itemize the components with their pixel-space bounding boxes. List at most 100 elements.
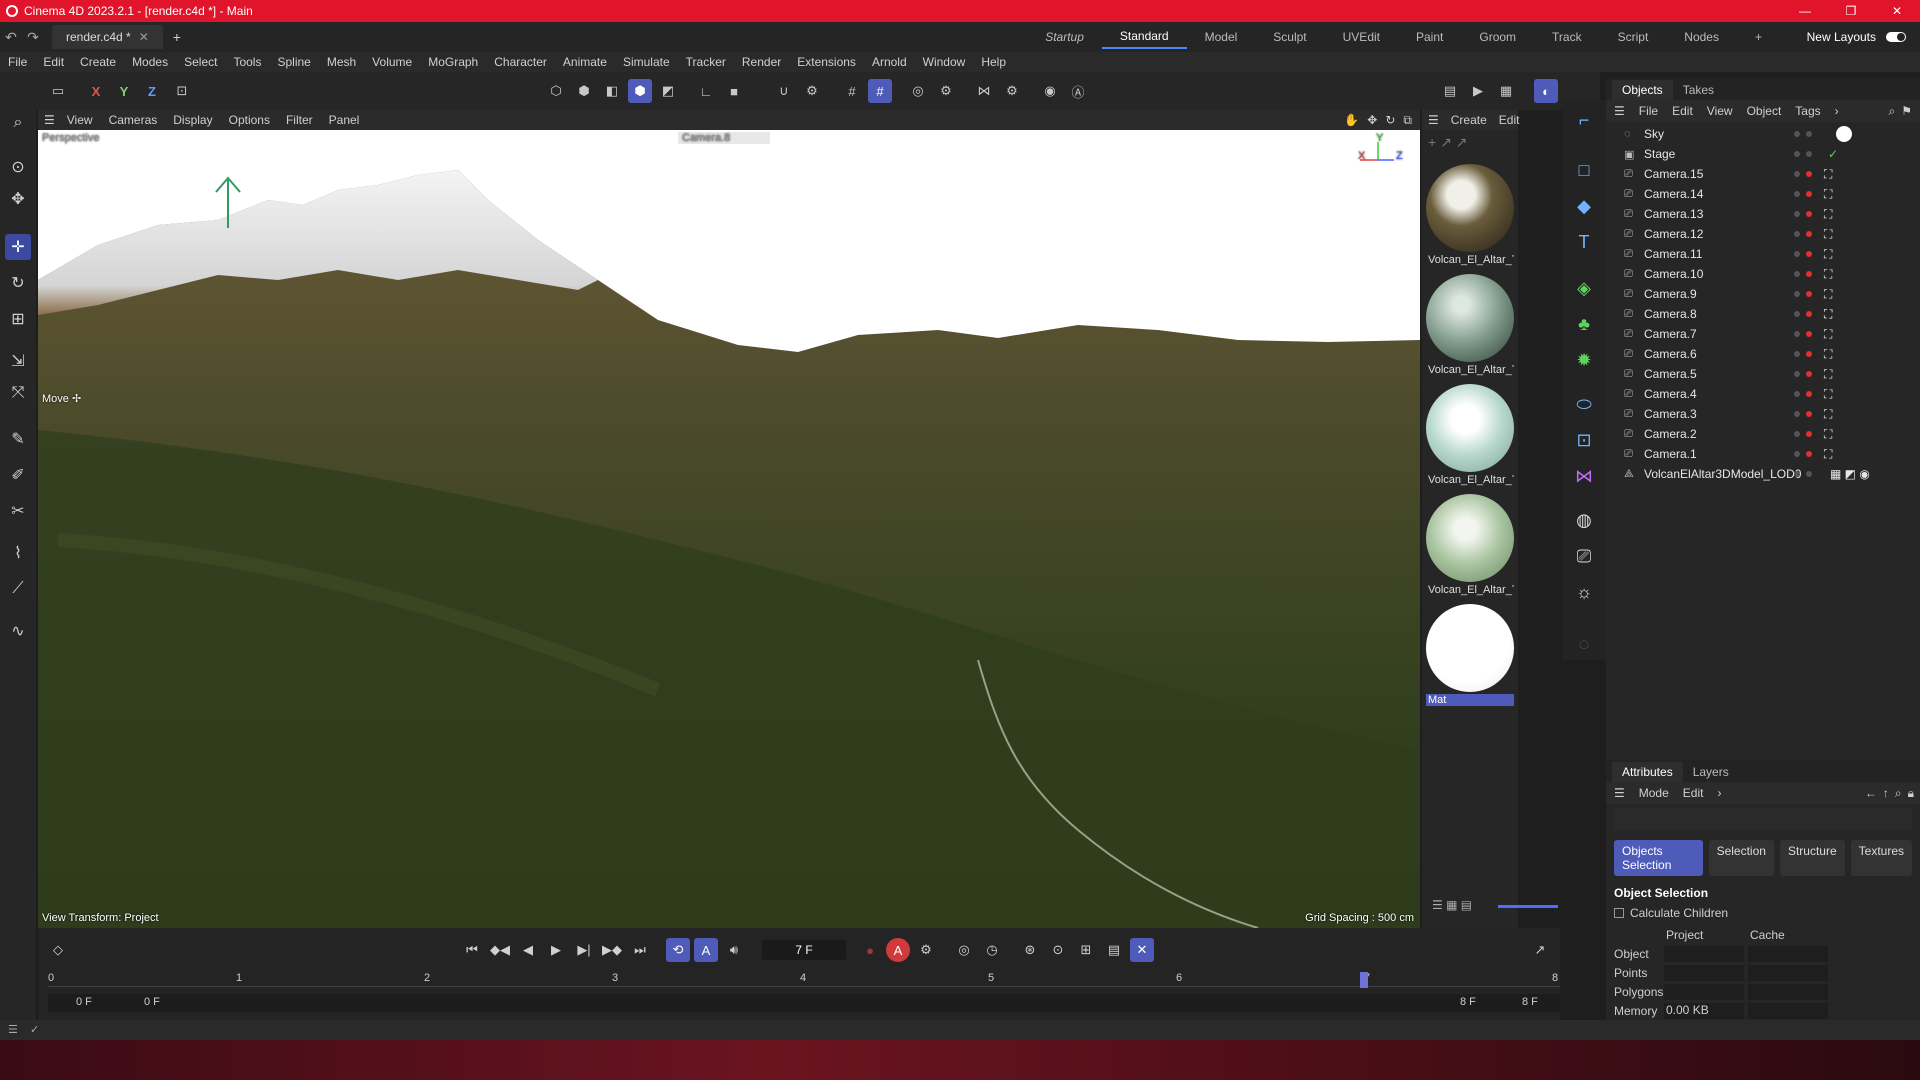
object-flags[interactable]: ⛶	[1794, 347, 1832, 362]
status-hamburger-icon[interactable]: ☰	[8, 1023, 18, 1036]
rotate-tool-icon[interactable]: ↻	[5, 270, 31, 296]
fcurve-icon[interactable]: ↗	[1528, 938, 1552, 962]
object-flags[interactable]: ⛶	[1794, 227, 1832, 242]
object-flags[interactable]: ✓	[1794, 147, 1838, 161]
camera-tag-icon[interactable]: ⛶	[1824, 247, 1832, 262]
object-row-camera[interactable]: ⎚ Camera.14 ⛶	[1606, 184, 1920, 204]
knife-tool-icon[interactable]: ⟋	[5, 576, 31, 602]
objects-filter-icon[interactable]: ⚑	[1901, 104, 1912, 118]
menu-render[interactable]: Render	[742, 55, 781, 69]
redshift-icon[interactable]: ◐	[1534, 79, 1558, 103]
tab-attributes[interactable]: Attributes	[1612, 762, 1683, 782]
snap-settings-icon[interactable]: ⚙	[800, 79, 824, 103]
close-button[interactable]: ✕	[1874, 4, 1920, 18]
play-button[interactable]: ▶	[544, 938, 568, 962]
camera-tag-icon[interactable]: ⛶	[1824, 167, 1832, 182]
material-toolbar-icons[interactable]: + ↗ ↗	[1428, 134, 1467, 151]
object-row-camera-active[interactable]: ⎚ Camera.8 ⛶	[1606, 304, 1920, 324]
environment-icon[interactable]: ◍	[1570, 506, 1598, 534]
subtab-textures[interactable]: Textures	[1850, 840, 1912, 876]
object-flags[interactable]: ⛶	[1794, 327, 1832, 342]
sculpt-tool-icon[interactable]: ∿	[5, 618, 31, 644]
object-flags[interactable]: ⛶	[1794, 287, 1832, 302]
attributes-menu-more[interactable]: ›	[1717, 786, 1721, 800]
scale-tool-icon[interactable]: ⊞	[5, 306, 31, 332]
object-flags[interactable]: ⛶	[1794, 307, 1832, 322]
calculate-children-row[interactable]: Calculate Children	[1606, 904, 1920, 922]
object-flags[interactable]: ⛶	[1794, 387, 1832, 402]
tab-layers[interactable]: Layers	[1683, 762, 1739, 782]
layout-nodes[interactable]: Nodes	[1666, 30, 1737, 44]
timeline-range-bar[interactable]: 0 F 0 F 8 F 8 F	[48, 994, 1560, 1012]
document-tab[interactable]: render.c4d * ✕	[52, 25, 163, 49]
close-tab-icon[interactable]: ✕	[139, 30, 149, 44]
material-zoom-slider[interactable]	[1498, 905, 1558, 908]
menu-edit[interactable]: Edit	[43, 55, 64, 69]
key-rotation-icon[interactable]: ◷	[980, 938, 1004, 962]
y-axis-lock-button[interactable]: Y	[112, 79, 136, 103]
layout-script[interactable]: Script	[1600, 30, 1667, 44]
object-flags[interactable]: ⛶	[1794, 407, 1832, 422]
3d-viewport[interactable]: Perspective Camera.8 X Y Z Move ✢ View T…	[38, 130, 1420, 928]
attributes-menu-mode[interactable]: Mode	[1639, 786, 1669, 800]
attributes-hamburger-icon[interactable]: ☰	[1614, 786, 1625, 800]
menu-modes[interactable]: Modes	[132, 55, 168, 69]
layout-startup[interactable]: Startup	[1027, 30, 1102, 44]
lock-icon[interactable]: 🔒︎	[1908, 786, 1914, 801]
object-row-camera[interactable]: ⎚ Camera.13 ⛶	[1606, 204, 1920, 224]
selection-options-icon[interactable]: ✥	[5, 186, 31, 212]
layout-sculpt[interactable]: Sculpt	[1255, 30, 1324, 44]
next-frame-button[interactable]: ▶|	[572, 938, 596, 962]
symmetry-settings-icon[interactable]: ⚙	[1000, 79, 1024, 103]
viewport-menu-view[interactable]: View	[67, 113, 93, 127]
menu-mograph[interactable]: MoGraph	[428, 55, 478, 69]
keyframe-icon[interactable]: ◇	[46, 938, 70, 962]
attributes-search-icon[interactable]: ⌕	[1895, 786, 1902, 801]
keyframe-settings-icon[interactable]: ⚙	[914, 938, 938, 962]
cube-outline-icon[interactable]: □	[1570, 156, 1598, 184]
viewport-menu-filter[interactable]: Filter	[286, 113, 313, 127]
object-row-mesh[interactable]: ⟁ VolcanElAltar3DModel_LOD0 ▦ ◩ ◉	[1606, 464, 1920, 484]
layout-uvedit[interactable]: UVEdit	[1325, 30, 1398, 44]
paint-brush-icon[interactable]: ⌇	[5, 540, 31, 566]
back-arrow-icon[interactable]: ←	[1865, 786, 1877, 800]
object-row-camera[interactable]: ⎚ Camera.4 ⛶	[1606, 384, 1920, 404]
camera-palette-icon[interactable]: ⎚	[1570, 542, 1598, 570]
null-icon[interactable]: ⊡	[1570, 426, 1598, 454]
menu-simulate[interactable]: Simulate	[623, 55, 670, 69]
material-item-selected[interactable]: Mat	[1426, 604, 1514, 706]
previous-key-button[interactable]: ◆◀	[488, 938, 512, 962]
menu-spline[interactable]: Spline	[277, 55, 310, 69]
objects-search-icon[interactable]: ⌕	[1889, 104, 1896, 119]
key-point-icon[interactable]: ▤	[1102, 938, 1126, 962]
menu-tracker[interactable]: Tracker	[686, 55, 726, 69]
end-frame-field[interactable]: 8 F	[1522, 996, 1538, 1008]
sound-icon[interactable]: 🔊︎	[722, 938, 746, 962]
object-row-camera[interactable]: ⎚ Camera.3 ⛶	[1606, 404, 1920, 424]
edges-mode-icon[interactable]: ⬢	[572, 79, 596, 103]
check-icon[interactable]: ✓	[1828, 147, 1838, 161]
objects-hamburger-icon[interactable]: ☰	[1614, 104, 1625, 118]
render-to-picture-viewer-icon[interactable]: ▶	[1466, 79, 1490, 103]
viewport-pan-icon[interactable]: ✋	[1344, 113, 1359, 127]
next-key-button[interactable]: ▶◆	[600, 938, 624, 962]
object-flags[interactable]: ⛶	[1794, 247, 1832, 262]
object-flags[interactable]: ⛶	[1794, 267, 1832, 282]
object-row-stage[interactable]: ▣ Stage ✓	[1606, 144, 1920, 164]
object-flags[interactable]: ⛶	[1794, 447, 1832, 462]
menu-window[interactable]: Window	[923, 55, 966, 69]
objects-menu-tags[interactable]: Tags	[1795, 104, 1820, 118]
objects-menu-file[interactable]: File	[1639, 104, 1658, 118]
start-frame-field[interactable]: 0 F	[76, 996, 92, 1008]
playhead-marker[interactable]	[1360, 972, 1368, 988]
menu-help[interactable]: Help	[981, 55, 1006, 69]
object-row-sky[interactable]: ◌ Sky	[1606, 124, 1920, 144]
render-view-icon[interactable]: ▭	[46, 79, 70, 103]
grid-snap-icon[interactable]: #	[840, 79, 864, 103]
text-icon[interactable]: T	[1570, 228, 1598, 256]
viewport-maximize-icon[interactable]: ⧉	[1403, 113, 1412, 128]
model-mode-icon[interactable]: ⬢	[628, 79, 652, 103]
camera-tag-icon[interactable]: ⛶	[1824, 187, 1832, 202]
auto-key-icon[interactable]: ✕	[1130, 938, 1154, 962]
viewport-menu-cameras[interactable]: Cameras	[109, 113, 158, 127]
